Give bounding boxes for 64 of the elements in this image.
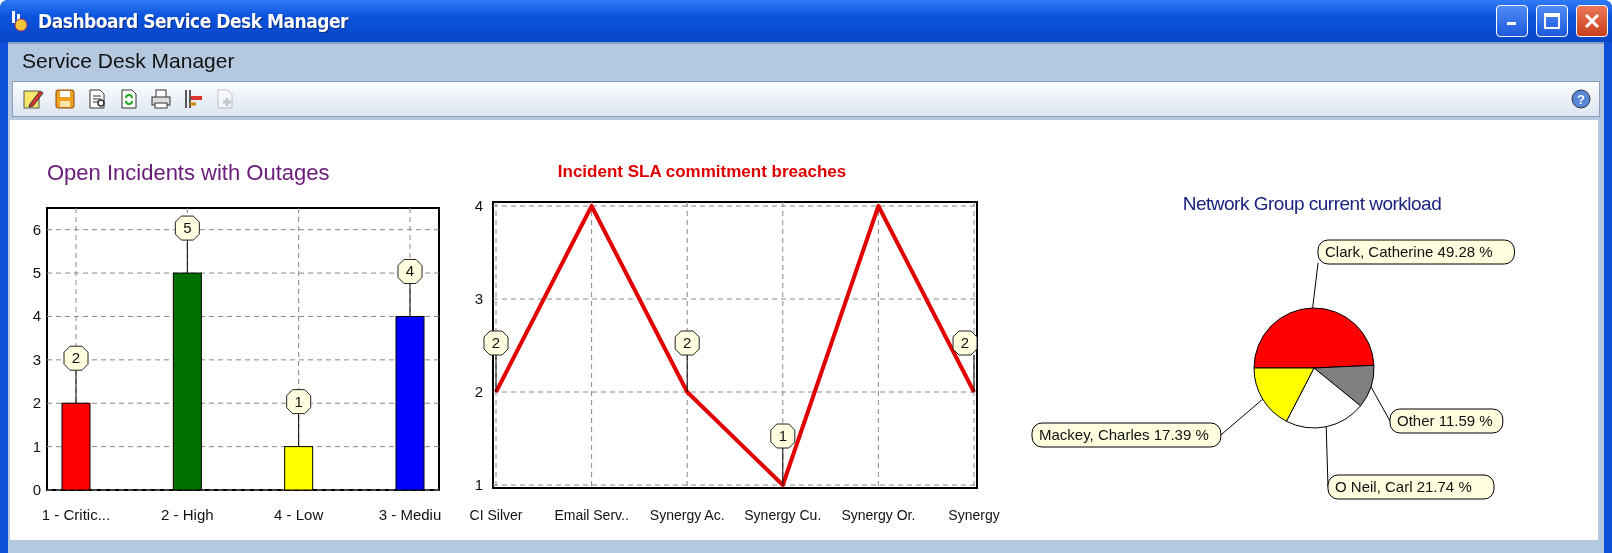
category-label: Email Serv.. bbox=[554, 507, 629, 523]
slice-label: O Neil, Carl 21.74 % bbox=[1327, 474, 1495, 500]
axis-tick-label: 2 bbox=[32, 394, 41, 412]
value-label: 2 bbox=[674, 330, 700, 356]
value-label: 1 bbox=[770, 423, 796, 449]
slice-label: Mackey, Charles 17.39 % bbox=[1039, 426, 1209, 443]
leader-line bbox=[1312, 262, 1319, 309]
axis-tick-label: 0 bbox=[32, 481, 41, 498]
category-label: 2 - High bbox=[161, 506, 214, 523]
chart-title: Network Group current workload bbox=[1182, 193, 1442, 214]
category-label: Synergy Or. bbox=[841, 507, 916, 523]
axis-tick-label: 6 bbox=[32, 220, 41, 238]
category-label: Synergy Ac. bbox=[649, 507, 725, 523]
axis-tick-label: 1 bbox=[474, 476, 483, 493]
maximize-button[interactable] bbox=[1536, 5, 1568, 37]
data-label: 4 bbox=[405, 262, 415, 280]
category-label: 3 - Mediu bbox=[378, 506, 442, 523]
value-label: 2 bbox=[63, 345, 89, 371]
app-icon bbox=[10, 10, 30, 32]
leader-line bbox=[1220, 398, 1264, 436]
axis-tick-label: 3 bbox=[32, 350, 41, 368]
printer-icon bbox=[150, 88, 172, 110]
data-label: 2 bbox=[71, 349, 81, 367]
floppy-icon bbox=[54, 88, 76, 110]
axis-tick-label: 4 bbox=[32, 307, 41, 325]
category-label: Synergy Cu. bbox=[744, 507, 822, 523]
leader-line bbox=[1370, 386, 1391, 422]
axis-tick-label: 5 bbox=[32, 264, 41, 282]
add-document-icon bbox=[214, 88, 236, 110]
page-heading: Service Desk Manager bbox=[22, 49, 235, 73]
data-label: 1 bbox=[294, 392, 303, 410]
axis-tick-label: 3 bbox=[474, 290, 483, 307]
close-icon bbox=[1584, 13, 1600, 29]
value-label: 5 bbox=[174, 215, 200, 241]
value-label: 2 bbox=[483, 330, 509, 356]
slice-label: Other 11.59 % bbox=[1397, 412, 1493, 429]
category-label: 4 - Low bbox=[274, 506, 324, 523]
maximize-icon bbox=[1544, 13, 1560, 29]
slice-label: Clark, Catherine 49.28 % bbox=[1325, 243, 1493, 260]
axis-tick-label: 1 bbox=[32, 437, 41, 455]
axis-tick-label: 4 bbox=[474, 197, 483, 214]
slice-label: Other 11.59 % bbox=[1389, 408, 1504, 434]
chart-title: Incident SLA commitment breaches bbox=[557, 162, 847, 181]
window-title: Dashboard Service Desk Manager bbox=[38, 10, 350, 32]
category-label: CI Silver bbox=[469, 507, 523, 523]
minimize-button[interactable] bbox=[1496, 5, 1528, 37]
slice-label: Clark, Catherine 49.28 % bbox=[1317, 239, 1515, 265]
category-label: Synergy bbox=[948, 507, 1000, 523]
slice-label: Mackey, Charles 17.39 % bbox=[1031, 422, 1222, 448]
pencil-icon bbox=[22, 88, 44, 110]
chart-title: Open Incidents with Outages bbox=[47, 160, 330, 185]
data-label: 5 bbox=[183, 219, 192, 237]
document-icon bbox=[86, 88, 108, 110]
category-label: 1 - Critic... bbox=[41, 506, 111, 523]
toolbar-button[interactable] bbox=[149, 87, 173, 111]
axis-tick-label: 2 bbox=[474, 383, 483, 400]
value-label: 4 bbox=[397, 258, 423, 284]
slice-label: O Neil, Carl 21.74 % bbox=[1335, 478, 1472, 495]
value-label: 1 bbox=[286, 389, 312, 415]
toolbar-button[interactable] bbox=[21, 87, 45, 111]
close-button[interactable] bbox=[1576, 5, 1608, 37]
hierarchy-icon bbox=[182, 88, 204, 110]
help-button[interactable]: ? bbox=[1571, 89, 1591, 109]
refresh-icon bbox=[118, 88, 140, 110]
